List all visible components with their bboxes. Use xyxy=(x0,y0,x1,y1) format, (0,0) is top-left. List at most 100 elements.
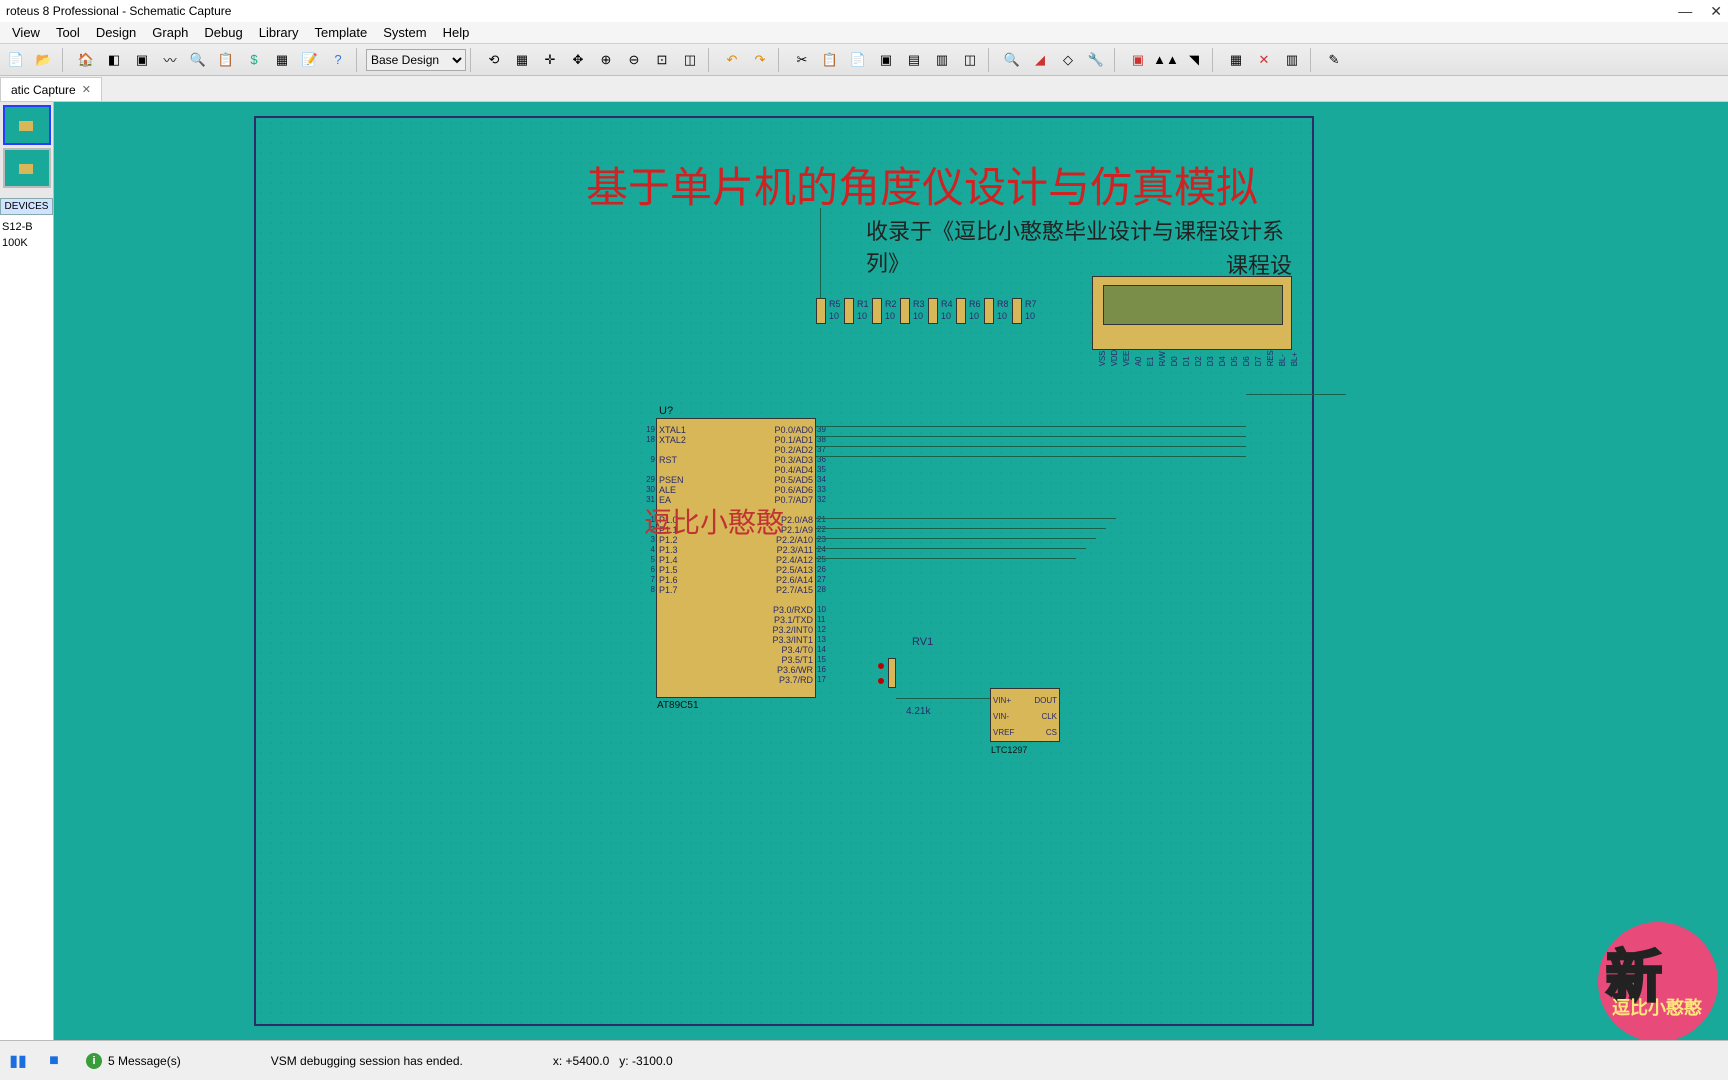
grid-icon[interactable]: ▦ xyxy=(509,47,535,73)
zoom-in-icon[interactable]: ⊕ xyxy=(593,47,619,73)
delete-icon[interactable]: ✕ xyxy=(1251,47,1277,73)
toolbar-icon[interactable]: 📄 xyxy=(3,47,29,73)
toolbar-icon[interactable]: ▥ xyxy=(1279,47,1305,73)
message-count[interactable]: 5 Message(s) xyxy=(108,1054,181,1068)
pin-labels: P0.0/AD0P0.1/AD1P0.2/AD2P0.3/AD3P0.4/AD4… xyxy=(772,425,813,685)
potentiometer[interactable] xyxy=(888,658,896,688)
watermark-badge: 新 逗比小憨憨 xyxy=(1588,926,1718,1046)
resistor[interactable]: R610 xyxy=(956,298,966,324)
toolbar-icon[interactable]: ▤ xyxy=(901,47,927,73)
wire xyxy=(816,558,1076,559)
lcd-component[interactable] xyxy=(1092,276,1292,350)
resistor[interactable]: R210 xyxy=(872,298,882,324)
probe-icon[interactable] xyxy=(878,663,884,669)
edit-icon[interactable]: ✎ xyxy=(1321,47,1347,73)
resistor[interactable]: R310 xyxy=(900,298,910,324)
status-bar: ▮▮ ■ i 5 Message(s) VSM debugging sessio… xyxy=(0,1040,1728,1080)
zoom-out-icon[interactable]: ⊖ xyxy=(621,47,647,73)
toolbar-icon[interactable]: ◥ xyxy=(1181,47,1207,73)
resistor[interactable]: R110 xyxy=(844,298,854,324)
menu-view[interactable]: View xyxy=(4,25,48,40)
coord-x-label: x: xyxy=(553,1054,562,1068)
resistor[interactable]: R710 xyxy=(1012,298,1022,324)
toolbar-icon[interactable]: 📝 xyxy=(297,47,323,73)
menu-help[interactable]: Help xyxy=(435,25,478,40)
toolbar: 📄 📂 🏠 ◧ ▣ 〰 🔍 📋 $ ▦ 📝 ? Base Design ⟲ ▦ … xyxy=(0,44,1728,76)
wrench-icon[interactable]: 🔧 xyxy=(1083,47,1109,73)
toolbar-icon[interactable]: ▦ xyxy=(269,47,295,73)
resistor[interactable]: R810 xyxy=(984,298,994,324)
wave-icon[interactable]: 〰 xyxy=(157,47,183,73)
coord-y-label: y: xyxy=(619,1054,628,1068)
badge-subtext: 逗比小憨憨 xyxy=(1612,994,1702,1020)
probe-icon[interactable] xyxy=(878,678,884,684)
tab-label: atic Capture xyxy=(11,83,76,97)
resistor[interactable]: R510 xyxy=(816,298,826,324)
overview-thumb[interactable] xyxy=(3,105,51,145)
toolbar-icon[interactable]: 📂 xyxy=(31,47,57,73)
resistor-bank: R510 R110 R210 R310 R410 R610 R810 R710 xyxy=(816,298,1022,324)
adc-component[interactable]: LTC1297 VIN+VIN-VREF DOUTCLKCS xyxy=(990,688,1060,742)
wire xyxy=(896,698,990,699)
design-variant-combo[interactable]: Base Design xyxy=(366,49,466,71)
stop-button[interactable]: ■ xyxy=(39,1046,69,1076)
close-button[interactable]: ✕ xyxy=(1710,3,1722,20)
coord-x: +5400.0 xyxy=(566,1054,610,1068)
zoom-fit-icon[interactable]: ⊡ xyxy=(649,47,675,73)
toolbar-icon[interactable]: ▦ xyxy=(1223,47,1249,73)
menu-template[interactable]: Template xyxy=(306,25,375,40)
menu-tool[interactable]: Tool xyxy=(48,25,88,40)
toolbar-icon[interactable]: ⟲ xyxy=(481,47,507,73)
toolbar-icon[interactable]: ▣ xyxy=(1125,47,1151,73)
move-icon[interactable]: ✥ xyxy=(565,47,591,73)
toolbar-icon[interactable]: 🔍 xyxy=(999,47,1025,73)
help-icon[interactable]: ? xyxy=(325,47,351,73)
wire xyxy=(1246,394,1346,395)
menu-debug[interactable]: Debug xyxy=(196,25,250,40)
window-title: roteus 8 Professional - Schematic Captur… xyxy=(6,4,231,18)
mcu-component[interactable]: U? AT89C51 XTAL1XTAL2 RST PSENALEEA P1.0… xyxy=(656,418,816,698)
wire xyxy=(820,208,821,298)
watermark-text: 逗比小憨憨 xyxy=(644,501,784,541)
component-value: 4.21k xyxy=(906,706,930,717)
toolbar-icon[interactable]: ◧ xyxy=(101,47,127,73)
toolbar-icon[interactable]: ◢ xyxy=(1027,47,1053,73)
undo-icon[interactable]: ↶ xyxy=(719,47,745,73)
money-icon[interactable]: $ xyxy=(241,47,267,73)
menu-design[interactable]: Design xyxy=(88,25,144,40)
device-list[interactable]: S12-B 100K xyxy=(0,215,53,1040)
mirror-icon[interactable]: ▲▲ xyxy=(1153,47,1179,73)
pause-button[interactable]: ▮▮ xyxy=(3,1046,33,1076)
wire xyxy=(816,538,1096,539)
menu-system[interactable]: System xyxy=(375,25,434,40)
tab-schematic[interactable]: atic Capture ✕ xyxy=(0,77,102,101)
zoom-region-icon[interactable]: ◫ xyxy=(677,47,703,73)
toolbar-icon[interactable]: ▥ xyxy=(929,47,955,73)
menubar: View Tool Design Graph Debug Library Tem… xyxy=(0,22,1728,44)
redo-icon[interactable]: ↷ xyxy=(747,47,773,73)
menu-library[interactable]: Library xyxy=(251,25,307,40)
toolbar-icon[interactable]: ◫ xyxy=(957,47,983,73)
minimize-button[interactable]: — xyxy=(1678,3,1692,20)
schematic-canvas[interactable]: 基于单片机的角度仪设计与仿真模拟 收录于《逗比小憨憨毕业设计与课程设计系列》 课… xyxy=(54,102,1728,1040)
component-ref: U? xyxy=(659,405,673,417)
cut-icon[interactable]: ✂ xyxy=(789,47,815,73)
paste-icon[interactable]: 📄 xyxy=(845,47,871,73)
device-item[interactable]: 100K xyxy=(2,235,51,251)
resistor[interactable]: R410 xyxy=(928,298,938,324)
home-icon[interactable]: 🏠 xyxy=(73,47,99,73)
chip-icon[interactable]: ▣ xyxy=(129,47,155,73)
wire xyxy=(816,446,1246,447)
overview-thumb[interactable] xyxy=(3,148,51,188)
status-text: VSM debugging session has ended. xyxy=(271,1054,463,1068)
crosshair-icon[interactable]: ✛ xyxy=(537,47,563,73)
tab-close-icon[interactable]: ✕ xyxy=(82,83,91,96)
copy-icon[interactable]: 📋 xyxy=(817,47,843,73)
zoom-icon[interactable]: 🔍 xyxy=(185,47,211,73)
toolbar-icon[interactable]: ◇ xyxy=(1055,47,1081,73)
menu-graph[interactable]: Graph xyxy=(144,25,196,40)
toolbar-icon[interactable]: ▣ xyxy=(873,47,899,73)
wire xyxy=(816,528,1106,529)
device-item[interactable]: S12-B xyxy=(2,219,51,235)
doc-icon[interactable]: 📋 xyxy=(213,47,239,73)
